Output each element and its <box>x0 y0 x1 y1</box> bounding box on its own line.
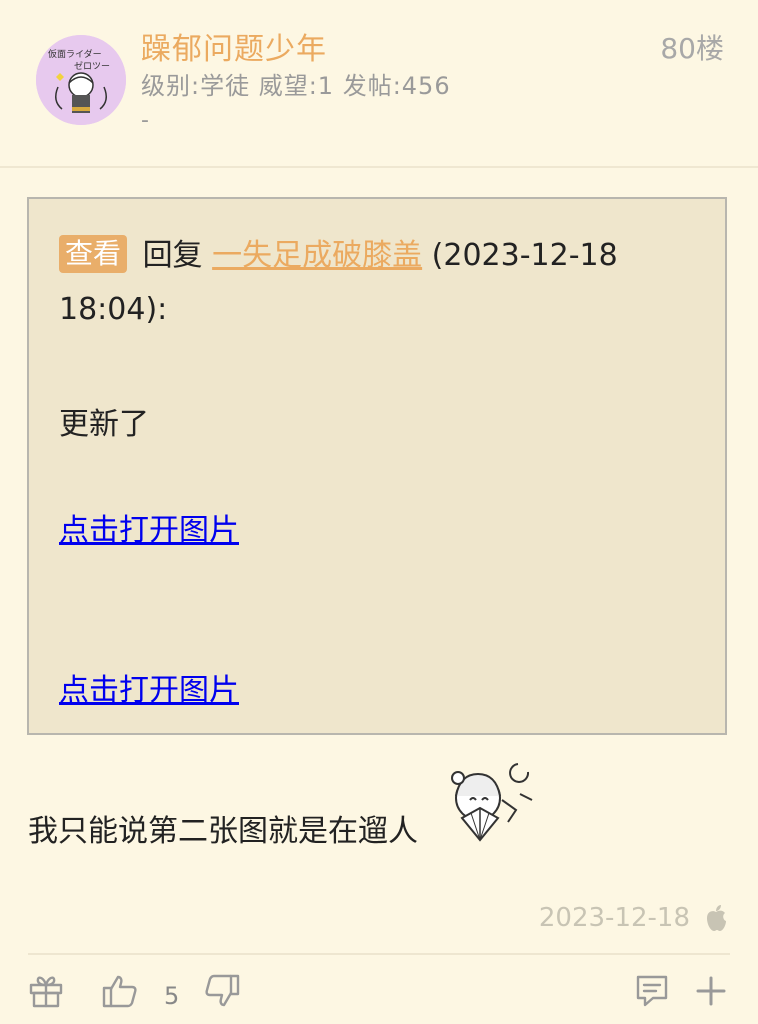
quote-block: 查看 回复 一失足成破膝盖 (2023-12-18 18:04): 更新了 点击… <box>27 197 727 735</box>
svg-text:仮面ライダー: 仮面ライダー <box>48 48 102 60</box>
plus-icon[interactable] <box>692 972 730 1010</box>
quote-body: 更新了 <box>59 407 149 442</box>
post-header: 仮面ライダー ゼロツー 躁郁问题少年 级别:学徒 威望:1 发帖:456 - 8… <box>0 0 758 166</box>
floor-number: 80楼 <box>660 32 724 65</box>
avatar[interactable]: 仮面ライダー ゼロツー <box>36 35 126 125</box>
svg-text:ゼロツー: ゼロツー <box>74 60 110 72</box>
user-meta: 级别:学徒 威望:1 发帖:456 <box>141 72 451 100</box>
post-date: 2023-12-18 <box>538 903 690 933</box>
reply-text: 我只能说第二张图就是在遛人 <box>28 814 418 849</box>
reply-word: 回复 <box>142 238 203 273</box>
gift-icon[interactable] <box>27 972 65 1010</box>
open-image-link[interactable]: 点击打开图片 <box>59 505 239 549</box>
quote-author-link[interactable]: 一失足成破膝盖 <box>212 238 422 273</box>
divider <box>28 953 730 955</box>
user-signature: - <box>141 108 149 133</box>
username[interactable]: 躁郁问题少年 <box>141 24 327 68</box>
thumbs-up-icon[interactable] <box>101 972 139 1010</box>
divider <box>0 166 758 168</box>
view-badge[interactable]: 查看 <box>59 235 128 273</box>
open-image-link[interactable]: 点击打开图片 <box>59 665 239 709</box>
like-count: 5 <box>164 982 180 1010</box>
apple-icon <box>704 904 728 932</box>
comment-icon[interactable] <box>633 972 671 1010</box>
sticker-image <box>438 760 536 848</box>
quote-header: 查看 回复 一失足成破膝盖 (2023-12-18 18:04): <box>59 229 709 337</box>
thumbs-down-icon[interactable] <box>203 972 241 1010</box>
